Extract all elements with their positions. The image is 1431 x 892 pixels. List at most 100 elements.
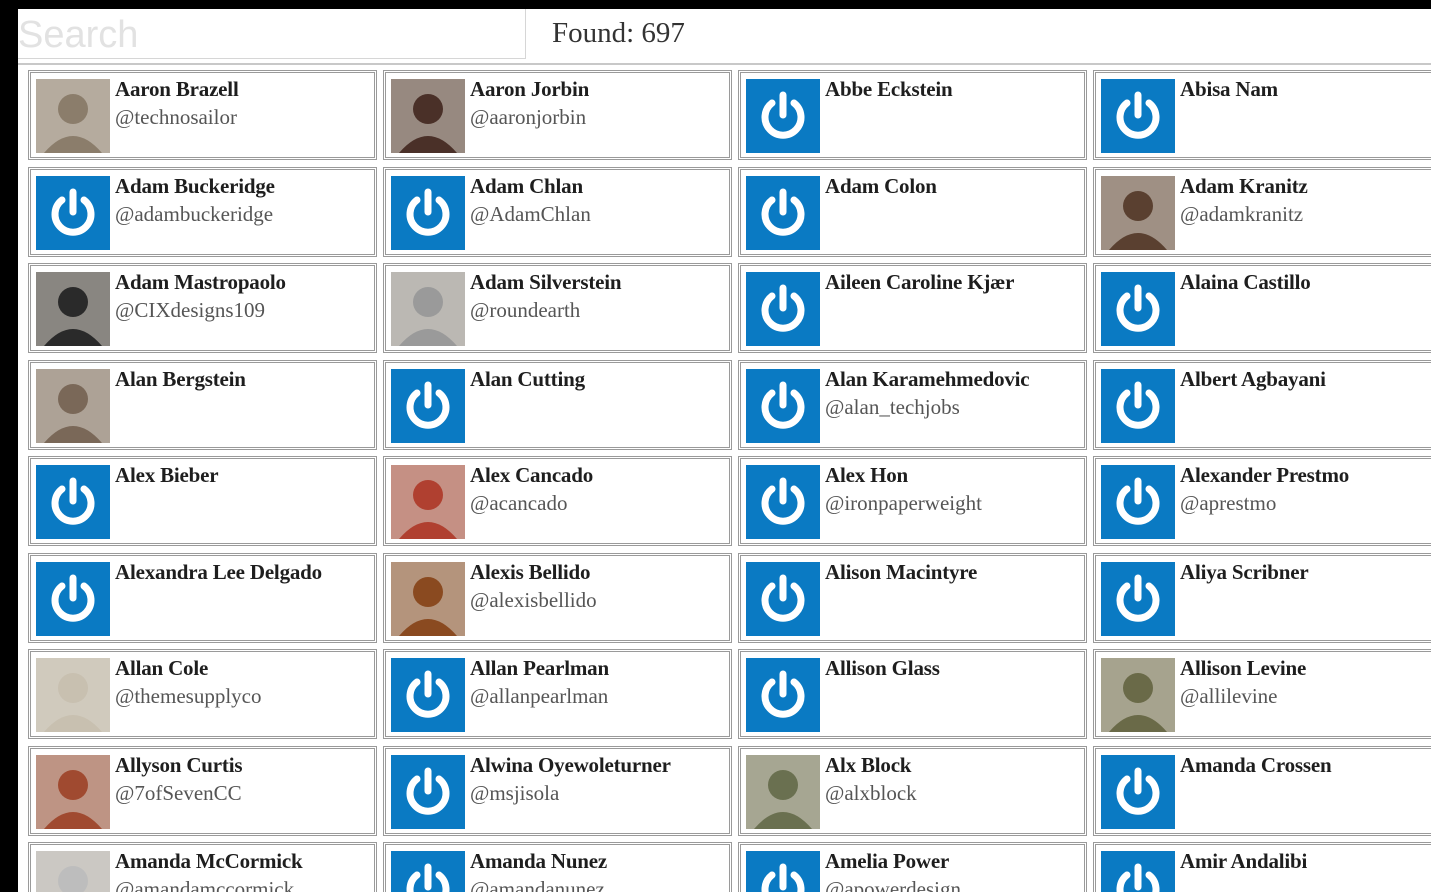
person-card[interactable]: Adam Colon — [738, 166, 1087, 257]
top-bar: Found: 697 — [18, 9, 1431, 65]
person-card[interactable]: Aaron Brazell @technosailor — [28, 70, 377, 160]
person-card[interactable]: Allan Pearlman @allanpearlman — [383, 649, 732, 739]
default-avatar — [746, 272, 820, 346]
person-photo-icon — [1101, 175, 1175, 250]
power-icon — [761, 188, 805, 236]
default-avatar — [36, 465, 110, 539]
avatar — [1101, 658, 1175, 732]
person-name: Alex Hon — [825, 463, 908, 487]
person-name: Aaron Jorbin — [470, 77, 590, 101]
person-card[interactable]: Alison Macintyre — [738, 552, 1087, 643]
person-card[interactable]: Amanda Nunez @amandanunez — [383, 842, 732, 892]
avatar — [391, 465, 465, 539]
power-icon — [761, 670, 805, 718]
person-name: Adam Kranitz — [1180, 173, 1308, 198]
person-name: Aileen Caroline Kjær — [825, 270, 1015, 294]
person-card[interactable]: Amanda Crossen — [1093, 745, 1431, 836]
people-grid: Aaron Brazell @technosailor Aaron Jorbin @a… — [28, 70, 1431, 892]
person-card[interactable]: Allyson Curtis @7ofSevenCC — [28, 745, 377, 836]
person-card[interactable]: Alan Cutting — [383, 359, 732, 450]
person-card[interactable]: Alaina Castillo — [1093, 263, 1431, 353]
person-card[interactable]: Allan Cole @themesupplyco — [28, 649, 377, 739]
person-card[interactable]: Alexis Bellido @alexisbellido — [383, 552, 732, 643]
default-avatar — [1101, 561, 1175, 636]
person-handle: @themesupplyco — [115, 684, 262, 708]
person-card[interactable]: Alex Hon @ironpaperweight — [738, 456, 1087, 546]
person-photo-icon — [36, 851, 110, 892]
person-card[interactable]: Amir Andalibi — [1093, 842, 1431, 892]
person-name: Alan Karamehmedovic — [825, 366, 1030, 391]
person-card[interactable]: Alwina Oyewoleturner @msjisola — [383, 745, 732, 836]
person-card[interactable]: Amelia Power @apowerdesign — [738, 842, 1087, 892]
person-card[interactable]: Adam Mastropaolo @CIXdesigns109 — [28, 263, 377, 353]
person-handle: @alxblock — [825, 780, 917, 805]
default-avatar — [1101, 754, 1175, 829]
person-card[interactable]: Allison Levine @allilevine — [1093, 649, 1431, 739]
page: Found: 697 Aaron Brazell@technosailorAar… — [18, 9, 1431, 892]
person-name: Allan Pearlman — [470, 656, 609, 680]
default-avatar — [1101, 368, 1175, 443]
person-name: Alan Cutting — [470, 366, 585, 391]
person-card[interactable]: Allison Glass — [738, 649, 1087, 739]
person-name: Adam Chlan — [470, 173, 583, 198]
power-icon — [1116, 91, 1160, 139]
person-name: Alwina Oyewoleturner — [470, 752, 671, 777]
person-card[interactable]: Alex Cancado @acancado — [383, 456, 732, 546]
person-card[interactable]: Aliya Scribner — [1093, 552, 1431, 643]
person-photo-icon — [391, 272, 465, 346]
person-handle: @alexisbellido — [470, 587, 597, 612]
person-card[interactable]: Aileen Caroline Kjær — [738, 263, 1087, 353]
person-name: Alexandra Lee Delgado — [115, 559, 322, 584]
person-name: Adam Silverstein — [470, 270, 622, 294]
person-name: Adam Colon — [825, 173, 937, 198]
search-input[interactable] — [18, 9, 526, 59]
person-handle: @allanpearlman — [470, 684, 609, 708]
person-handle: @AdamChlan — [470, 201, 591, 226]
power-icon — [1116, 863, 1160, 892]
default-avatar — [391, 851, 465, 892]
power-icon — [761, 863, 805, 892]
power-icon — [406, 381, 450, 429]
person-card[interactable]: Alexander Prestmo @aprestmo — [1093, 456, 1431, 546]
default-avatar — [391, 368, 465, 443]
default-avatar — [1101, 79, 1175, 153]
person-card[interactable]: Alx Block @alxblock — [738, 745, 1087, 836]
person-card[interactable]: Alexandra Lee Delgado — [28, 552, 377, 643]
person-card[interactable]: Amanda McCormick @amandamccormick — [28, 842, 377, 892]
person-handle: @CIXdesigns109 — [115, 298, 266, 322]
power-icon — [406, 188, 450, 236]
person-name: Alexander Prestmo — [1180, 463, 1350, 487]
power-icon — [1116, 381, 1160, 429]
default-avatar — [746, 561, 820, 636]
person-card[interactable]: Alex Bieber — [28, 456, 377, 546]
default-avatar — [746, 465, 820, 539]
person-card[interactable]: Alan Karamehmedovic @alan_techjobs — [738, 359, 1087, 450]
default-avatar — [391, 754, 465, 829]
person-name: Alex Bieber — [115, 463, 219, 487]
person-name: Alan Bergstein — [115, 366, 246, 391]
default-avatar — [746, 175, 820, 250]
power-icon — [51, 574, 95, 622]
person-card[interactable]: Adam Chlan @AdamChlan — [383, 166, 732, 257]
person-card[interactable]: Abbe Eckstein — [738, 70, 1087, 160]
person-photo-icon — [1101, 658, 1175, 732]
person-card[interactable]: Alan Bergstein — [28, 359, 377, 450]
person-card[interactable]: Abisa Nam — [1093, 70, 1431, 160]
power-icon — [761, 477, 805, 525]
person-name: Amelia Power — [825, 849, 950, 873]
power-icon — [761, 284, 805, 332]
person-card[interactable]: Aaron Jorbin @aaronjorbin — [383, 70, 732, 160]
person-name: Alx Block — [825, 752, 912, 777]
person-photo-icon — [36, 368, 110, 443]
person-card[interactable]: Adam Kranitz @adamkranitz — [1093, 166, 1431, 257]
person-name: Allan Cole — [115, 656, 209, 680]
person-card[interactable]: Adam Buckeridge @adambuckeridge — [28, 166, 377, 257]
person-card[interactable]: Albert Agbayani — [1093, 359, 1431, 450]
power-icon — [406, 670, 450, 718]
default-avatar — [1101, 851, 1175, 892]
power-icon — [761, 381, 805, 429]
person-photo-icon — [36, 272, 110, 346]
avatar — [391, 79, 465, 153]
avatar — [36, 754, 110, 829]
person-card[interactable]: Adam Silverstein @roundearth — [383, 263, 732, 353]
